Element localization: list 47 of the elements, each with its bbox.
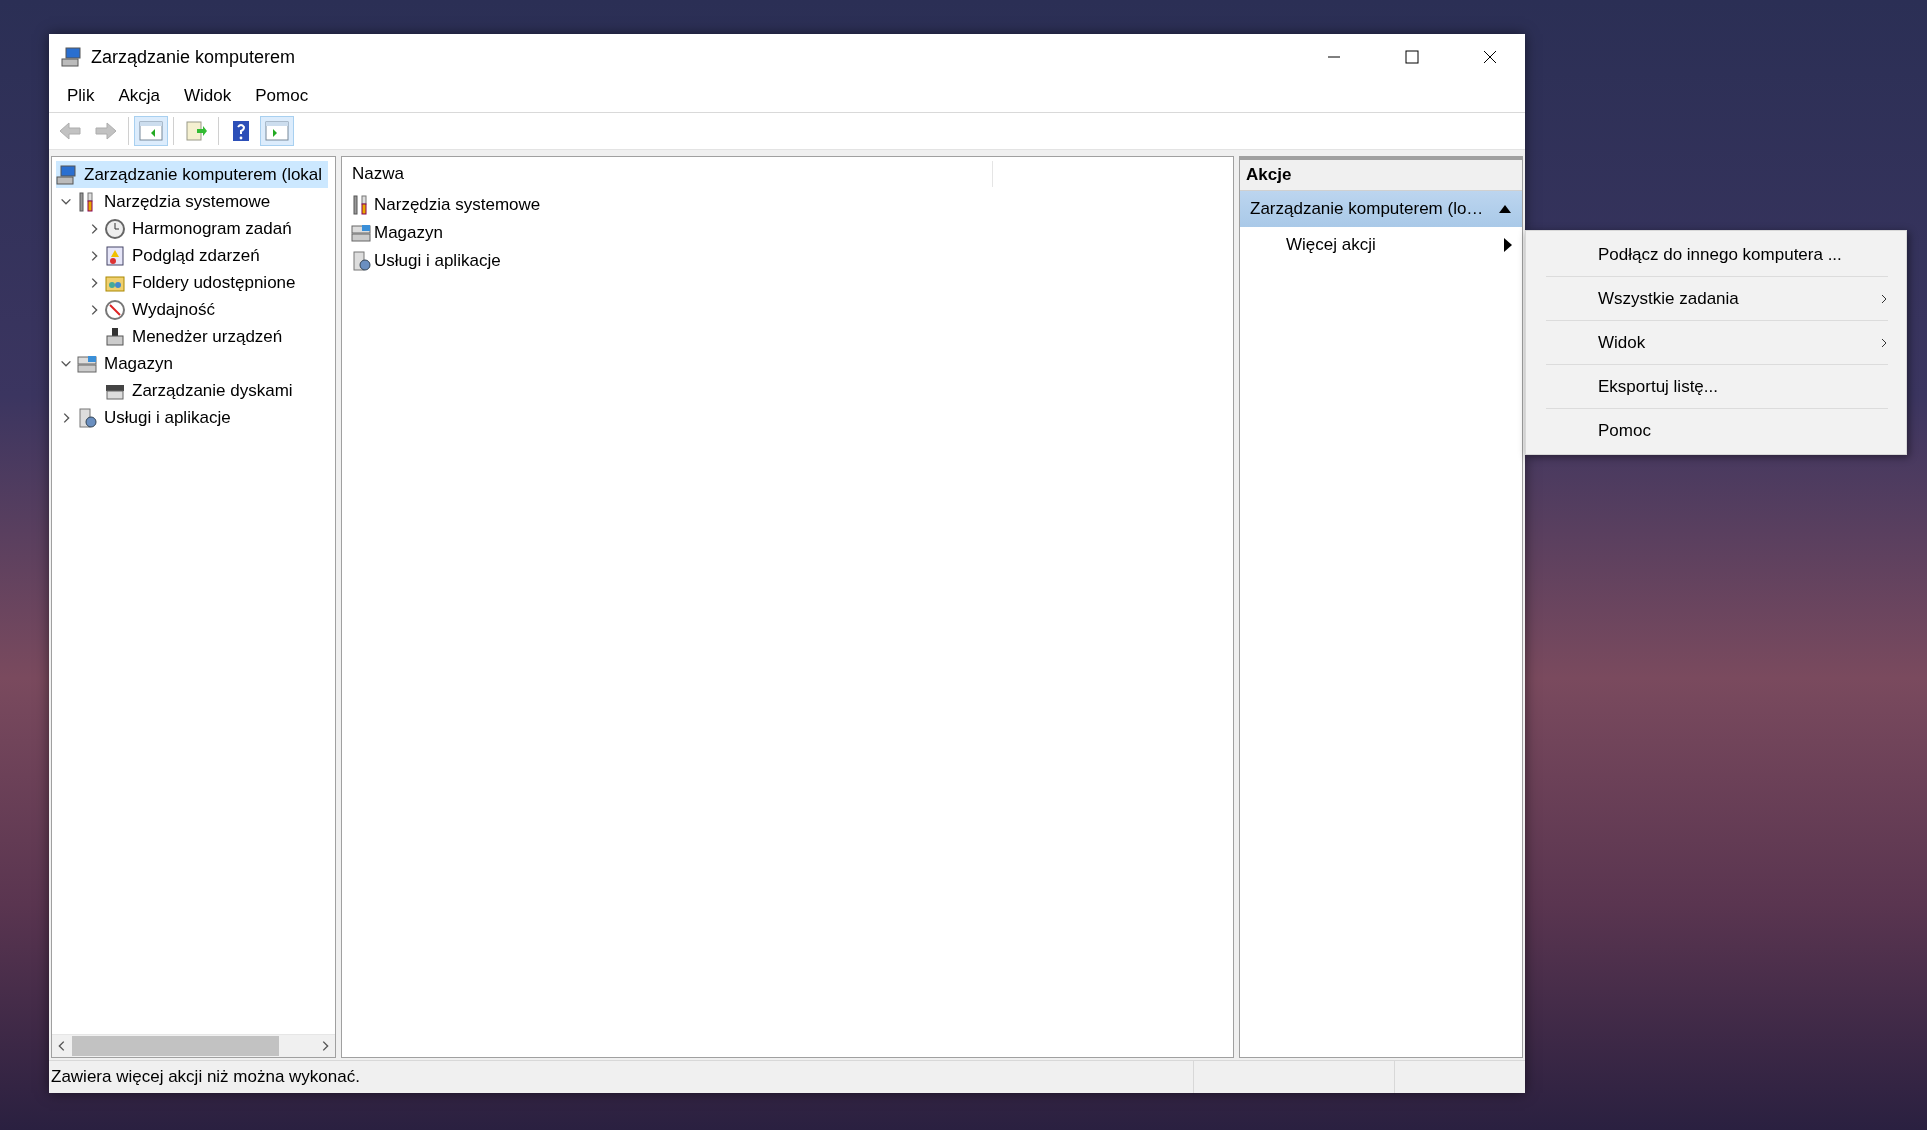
menu-item[interactable]: Pomoc [243,86,321,106]
tree-item[interactable]: Harmonogram zadań [104,215,298,242]
menu-item[interactable]: Widok [172,86,244,106]
tree-item[interactable]: Zarządzanie komputerem (lokal [56,161,329,188]
tree-item[interactable]: Wydajność [104,296,221,323]
collapse-triangle-icon[interactable] [1498,204,1512,214]
tree-item[interactable]: Menedżer urządzeń [104,323,289,350]
back-arrow-icon [58,121,82,141]
export-list-icon [184,121,208,141]
server-gear-icon [76,406,98,429]
help-icon [231,120,251,142]
tree-item[interactable]: Podgląd zdarzeń [104,242,266,269]
menu-item[interactable]: Akcja [106,86,172,106]
computer-icon [61,46,83,68]
context-menu-item[interactable]: Wszystkie zadania [1546,277,1888,321]
server-gear-icon [350,250,372,272]
log-book-icon [104,244,126,267]
tree-item[interactable]: Narzędzia systemowe [76,188,277,215]
close-icon[interactable] [1483,50,1497,64]
list-item[interactable]: Narzędzia systemowe [342,191,1233,219]
context-menu-item[interactable]: Pomoc [1546,409,1888,452]
tree-item[interactable]: Foldery udostępnione [104,269,302,296]
tree-item[interactable]: Magazyn [76,350,179,377]
action-item[interactable]: Więcej akcji [1240,227,1522,263]
context-menu-item[interactable]: Eksportuj listę... [1546,365,1888,409]
forward-arrow-icon [94,121,118,141]
storage-icon [350,222,372,244]
computer-icon [56,163,78,186]
pane-toggle-icon [139,121,163,141]
actions-section[interactable]: Zarządzanie komputerem (lo… [1240,191,1522,227]
list-item[interactable]: Usługi i aplikacje [342,247,1233,275]
horizontal-scrollbar[interactable] [52,1034,335,1057]
tree-item[interactable]: Usługi i aplikacje [76,404,237,431]
tree-item[interactable]: Zarządzanie dyskami [104,377,299,404]
window-title: Zarządzanie komputerem [91,46,297,68]
context-menu-item[interactable]: Podłącz do innego komputera ... [1546,233,1888,277]
context-menu-item[interactable]: Widok [1546,321,1888,365]
status-text: Zawiera więcej akcji niż można wykonać. [50,1066,361,1088]
column-header[interactable]: Nazwa [342,161,993,187]
actions-header: Akcje [1240,157,1522,191]
device-icon [104,325,126,348]
menu-item[interactable]: Plik [55,86,107,106]
clock-icon [104,217,126,240]
list-item[interactable]: Magazyn [342,219,1233,247]
maximize-icon[interactable] [1405,50,1419,64]
gauge-icon [104,298,126,321]
pane-toggle-icon [265,121,289,141]
